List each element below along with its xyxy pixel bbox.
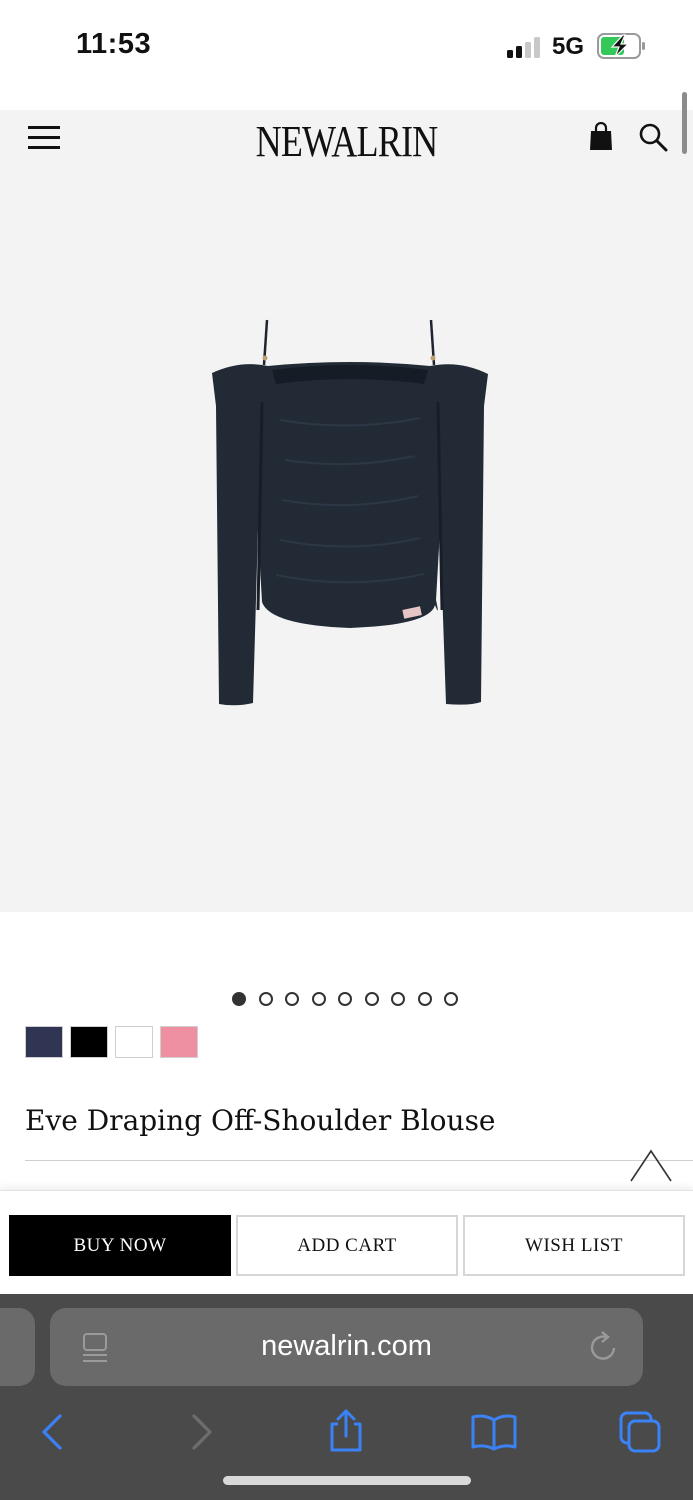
purchase-action-bar: BUY NOW ADD CART WISH LIST bbox=[0, 1190, 693, 1294]
bookmarks-icon[interactable] bbox=[470, 1412, 518, 1452]
color-swatch-white[interactable] bbox=[115, 1026, 153, 1058]
page-scrollbar[interactable] bbox=[682, 92, 687, 154]
carousel-dots bbox=[232, 992, 458, 1008]
carousel-dot[interactable] bbox=[258, 992, 273, 1006]
back-icon[interactable] bbox=[38, 1412, 66, 1452]
url-text: newalrin.com bbox=[261, 1330, 432, 1362]
share-icon[interactable] bbox=[326, 1408, 366, 1454]
carousel-dot[interactable] bbox=[364, 992, 379, 1006]
color-swatch-black[interactable] bbox=[70, 1026, 108, 1058]
scroll-to-top-icon[interactable] bbox=[628, 1148, 674, 1184]
color-swatches bbox=[25, 1026, 198, 1058]
battery-charging-icon bbox=[597, 33, 645, 59]
carousel-dot[interactable] bbox=[444, 992, 458, 1006]
add-cart-button[interactable]: ADD CART bbox=[236, 1215, 458, 1276]
wish-list-button[interactable]: WISH LIST bbox=[463, 1215, 685, 1276]
brand-logo[interactable]: NEWALRIN bbox=[62, 116, 630, 167]
carousel-dot[interactable] bbox=[285, 992, 299, 1006]
carousel-dot[interactable] bbox=[338, 992, 352, 1006]
browser-toolbar: newalrin.com bbox=[0, 1294, 693, 1500]
product-image bbox=[212, 319, 488, 706]
carousel-dot[interactable] bbox=[232, 992, 246, 1006]
previous-tab-preview[interactable] bbox=[0, 1308, 35, 1386]
menu-icon[interactable] bbox=[28, 126, 62, 152]
color-swatch-pink[interactable] bbox=[160, 1026, 198, 1058]
product-image-gallery[interactable] bbox=[0, 170, 693, 912]
reload-icon[interactable] bbox=[588, 1330, 620, 1364]
shopping-bag-icon[interactable] bbox=[588, 122, 614, 152]
site-header: NEWALRIN bbox=[0, 110, 693, 170]
status-time: 11:53 bbox=[76, 28, 152, 60]
forward-icon[interactable] bbox=[188, 1412, 216, 1452]
home-indicator[interactable] bbox=[223, 1476, 471, 1485]
color-swatch-navy[interactable] bbox=[25, 1026, 63, 1058]
status-bar: 11:53 5G bbox=[0, 0, 693, 92]
buy-now-button[interactable]: BUY NOW bbox=[9, 1215, 231, 1276]
tabs-icon[interactable] bbox=[618, 1410, 662, 1454]
divider bbox=[25, 1160, 693, 1161]
search-icon[interactable] bbox=[638, 122, 668, 152]
carousel-dot[interactable] bbox=[417, 992, 432, 1006]
product-title: Eve Draping Off-Shoulder Blouse bbox=[25, 1104, 496, 1137]
carousel-dot[interactable] bbox=[311, 992, 326, 1006]
network-type: 5G bbox=[552, 33, 585, 60]
carousel-dot[interactable] bbox=[391, 992, 405, 1006]
cellular-signal-icon bbox=[507, 36, 543, 58]
address-bar[interactable]: newalrin.com bbox=[50, 1308, 643, 1386]
